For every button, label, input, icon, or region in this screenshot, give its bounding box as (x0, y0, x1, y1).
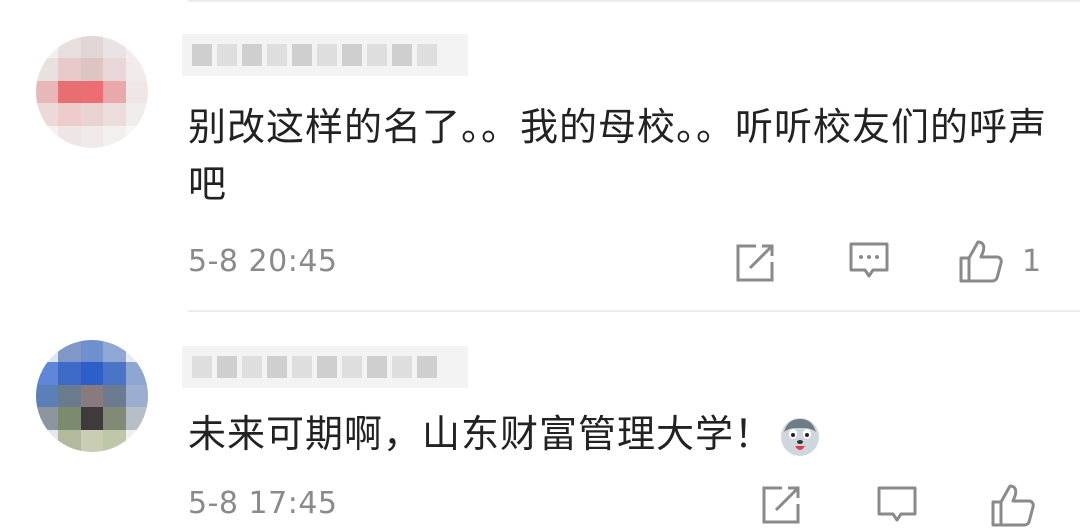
avatar[interactable] (36, 36, 148, 148)
thumbs-up-icon (991, 484, 1035, 527)
comment-text-content: 未来可期啊，山东财富管理大学！ (188, 412, 774, 456)
reply-button[interactable] (876, 484, 918, 526)
comment-item: 别改这样的名了。。我的母校。。听听校友们的呼声吧 5-8 20:45 1 (0, 0, 1080, 310)
thumbs-up-icon (959, 240, 1003, 283)
comment-time: 5-8 20:45 (188, 244, 338, 279)
share-icon (762, 486, 800, 524)
avatar[interactable] (36, 340, 148, 452)
comment-text: 别改这样的名了。。我的母校。。听听校友们的呼声吧 (188, 105, 1048, 206)
like-button[interactable] (990, 482, 1036, 528)
share-button[interactable] (734, 242, 776, 284)
share-icon (736, 244, 774, 282)
comment-item: 未来可期啊，山东财富管理大学！ 5-8 17:45 (0, 312, 1080, 527)
username-blurred[interactable] (182, 346, 468, 388)
like-button[interactable]: 1 (958, 238, 1041, 284)
share-button[interactable] (760, 484, 802, 526)
comment-icon (849, 242, 889, 278)
username-blurred[interactable] (182, 34, 468, 76)
comment-text: 未来可期啊，山东财富管理大学！ (188, 406, 1050, 463)
husky-emoji (781, 417, 820, 456)
reply-button[interactable] (848, 240, 890, 282)
comment-time: 5-8 17:45 (188, 486, 338, 521)
comment-icon (877, 486, 917, 522)
like-count: 1 (1022, 243, 1042, 279)
